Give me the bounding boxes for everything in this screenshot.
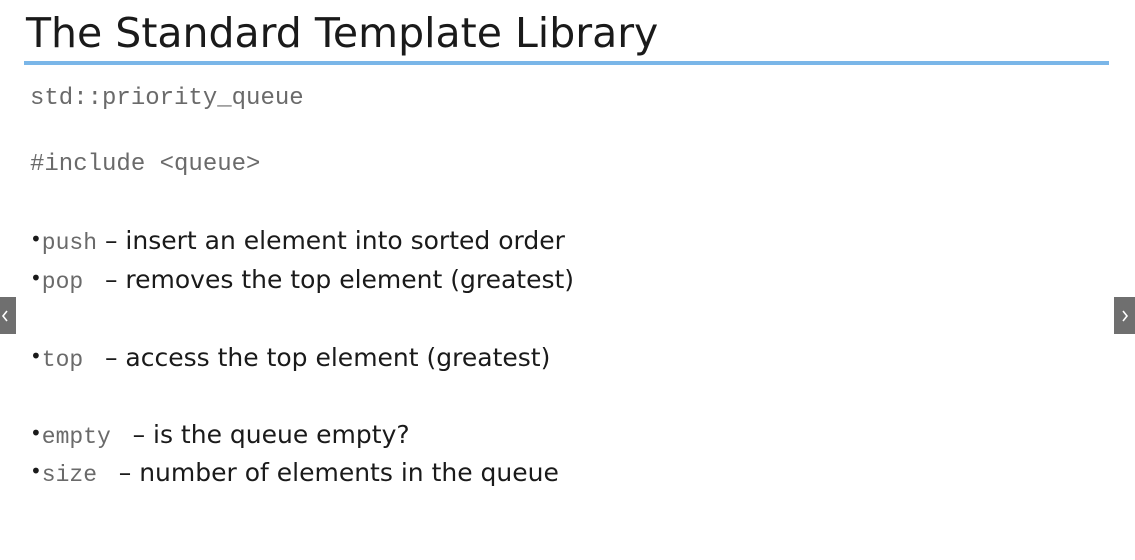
include-directive-code: #include <queue> <box>30 151 261 178</box>
method-description: – number of elements in the queue <box>110 458 559 487</box>
chevron-left-icon <box>1 310 8 321</box>
bullet-marker: • <box>30 421 42 445</box>
method-description: – insert an element into sorted order <box>97 226 565 255</box>
bullet-marker: • <box>30 459 42 483</box>
bullet-marker: • <box>30 227 42 251</box>
method-name: pop <box>41 269 98 295</box>
method-bullet-top: •top – access the top element (greatest) <box>30 341 550 377</box>
method-bullet-pop: •pop – removes the top element (greatest… <box>30 263 574 299</box>
method-description: – removes the top element (greatest) <box>97 265 575 294</box>
bullet-marker: • <box>30 344 42 368</box>
slide-title: The Standard Template Library <box>26 9 659 57</box>
chevron-right-icon <box>1122 310 1129 321</box>
method-name: empty <box>41 424 125 450</box>
method-name: size <box>41 462 111 488</box>
title-divider <box>24 61 1109 65</box>
method-name: push <box>41 230 98 256</box>
method-bullet-empty: •empty – is the queue empty? <box>30 418 410 454</box>
method-name: top <box>41 347 98 373</box>
class-name-code: std::priority_queue <box>30 85 304 112</box>
method-description: – is the queue empty? <box>124 420 410 449</box>
method-bullet-push: •push – insert an element into sorted or… <box>30 224 565 260</box>
method-bullet-size: •size – number of elements in the queue <box>30 456 559 492</box>
next-slide-button[interactable] <box>1114 297 1135 334</box>
previous-slide-button[interactable] <box>0 297 16 334</box>
method-description: – access the top element (greatest) <box>97 343 551 372</box>
bullet-marker: • <box>30 266 42 290</box>
